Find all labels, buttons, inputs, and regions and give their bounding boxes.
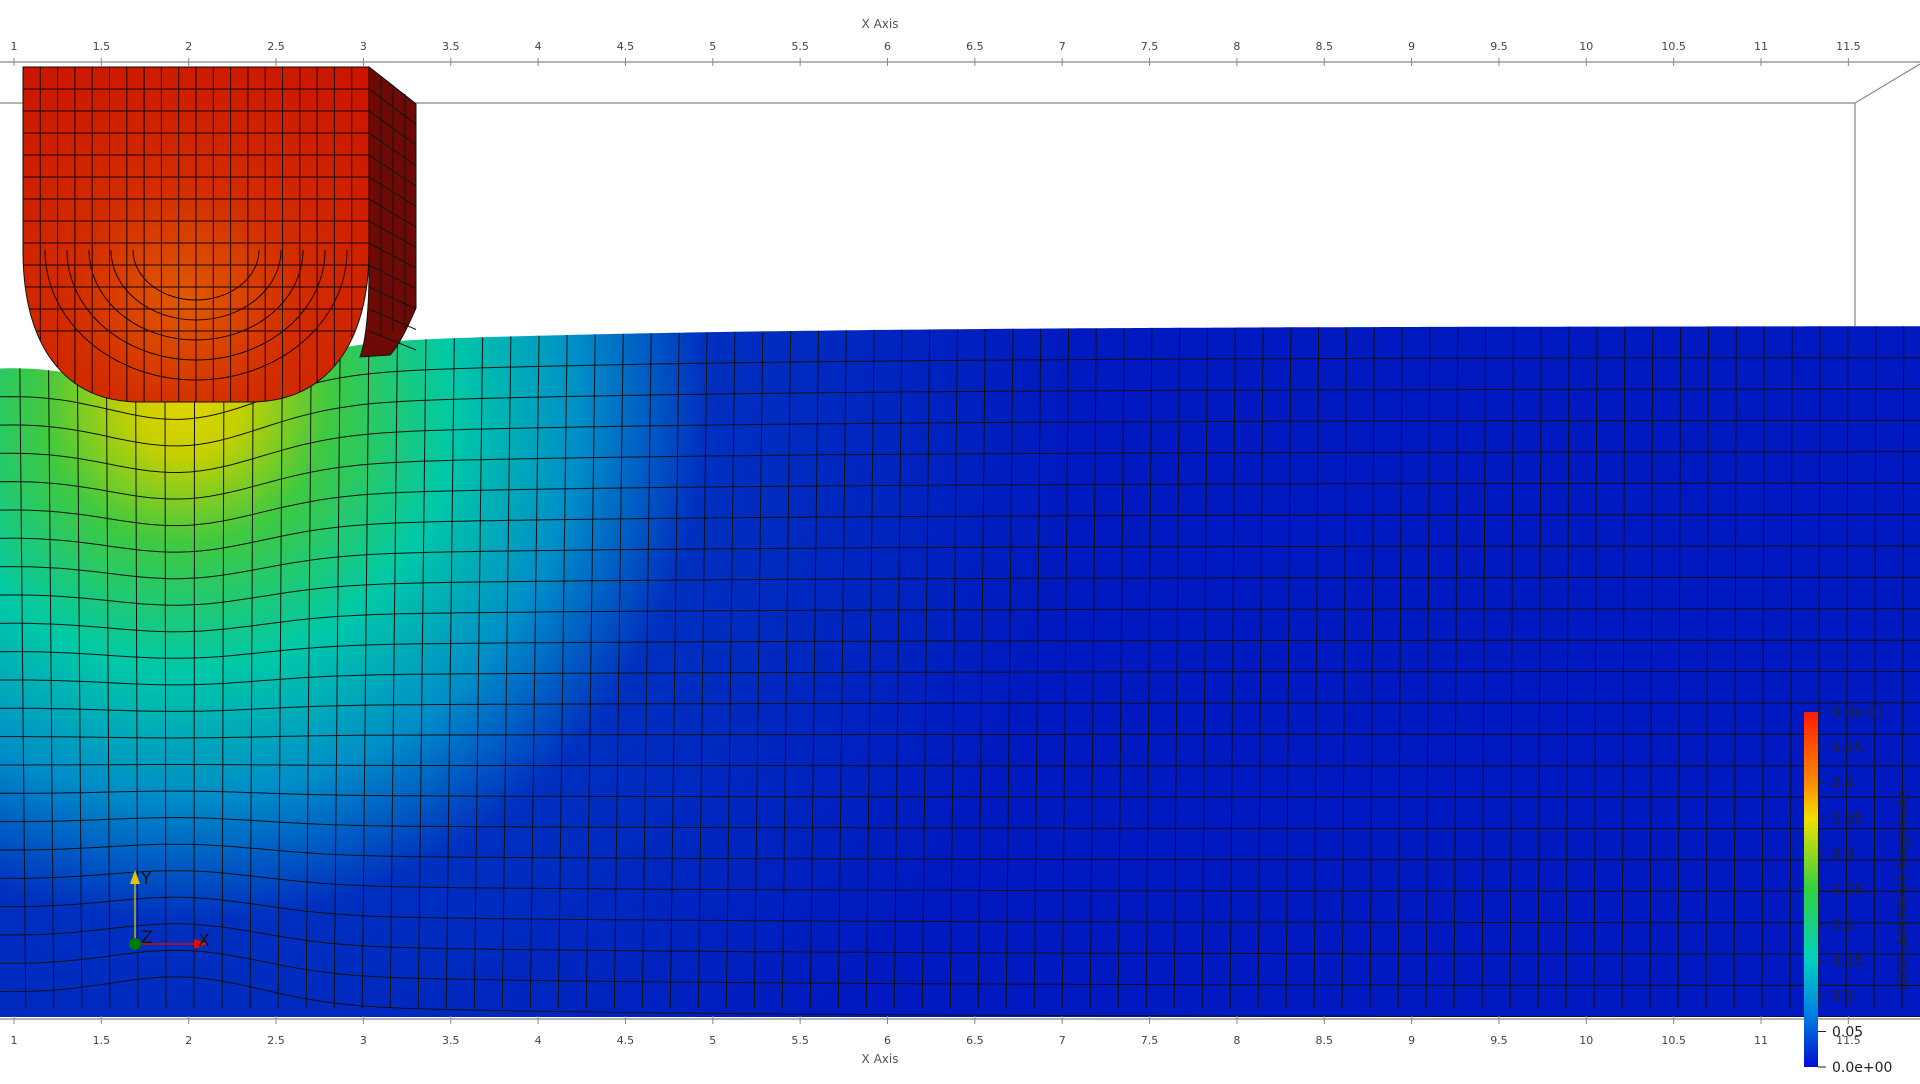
bottom-axis-tick-label: 4.5	[617, 1034, 635, 1047]
top-x-axis: X Axis 1 1.5 2 2.5 3 3.5 4 4.5 5 5.5 6 6.5 7 7.5 8 8.5 9…	[11, 17, 1861, 66]
triad-x-label: X	[198, 931, 210, 951]
colorbar-tick-label: 0.15	[1832, 954, 1863, 970]
colorbar-tick-label: 0.1	[1832, 989, 1854, 1005]
top-axis-tick-label: 7	[1059, 40, 1066, 53]
colorbar-tick-label: 0.2	[1832, 918, 1854, 934]
bottom-axis-tick-label: 4	[535, 1034, 542, 1047]
bottom-axis-tick-label: 2.5	[267, 1034, 285, 1047]
colorbar-title: DISPLACEMENT Magnitude	[1894, 790, 1912, 990]
top-axis-tick-label: 8.5	[1316, 40, 1334, 53]
indenter-mesh-lines	[23, 67, 369, 402]
top-axis-tick-label: 1.5	[93, 40, 111, 53]
top-axis-tick-label: 11.5	[1836, 40, 1861, 53]
colorbar-tick-label: 0.0e+00	[1832, 1060, 1892, 1076]
bottom-axis-tick-label: 6.5	[966, 1034, 984, 1047]
top-axis-tick-label: 1	[11, 40, 18, 53]
fem-scene[interactable]: X Axis 1 1.5 2 2.5 3 3.5 4 4.5 5 5.5 6 6.5 7 7.5 8 8.5 9…	[0, 0, 1920, 1080]
top-axis-tick-label: 5	[709, 40, 716, 53]
bottom-axis-tick-label: 5	[709, 1034, 716, 1047]
bottom-axis-tick-label: 6	[884, 1034, 891, 1047]
top-axis-tick-label: 4	[535, 40, 542, 53]
bottom-axis-tick-label: 3.5	[442, 1034, 460, 1047]
bottom-axis-tick-label: 5.5	[791, 1034, 809, 1047]
colorbar-tick-label: 0.35	[1832, 812, 1863, 828]
bottom-axis-tick-label: 8	[1233, 1034, 1240, 1047]
z-axis-dot-icon	[129, 938, 141, 950]
bottom-axis-tick-label: 1.5	[93, 1034, 111, 1047]
top-axis-tick-label: 6.5	[966, 40, 984, 53]
bottom-axis-tick-label: 7	[1059, 1034, 1066, 1047]
bottom-axis-tick-label: 2	[185, 1034, 192, 1047]
bottom-x-axis: X Axis 1 1.5 2 2.5 3 3.5 4 4.5 5 5.5 6 6.5 7 7.5 8 8.5 9…	[11, 1016, 1861, 1066]
top-axis-tick-label: 11	[1754, 40, 1768, 53]
top-axis-tick-label: 10.5	[1661, 40, 1686, 53]
triad-z-label: Z	[141, 928, 153, 948]
bottom-axis-tick-label: 9.5	[1490, 1034, 1508, 1047]
colorbar-tick-label: 0.4	[1832, 776, 1854, 792]
colorbar-tick-label: 5.0e-01	[1832, 705, 1886, 721]
bottom-axis-tick-label: 10.5	[1661, 1034, 1686, 1047]
bottom-axis-title: X Axis	[862, 1052, 899, 1066]
top-axis-tick-label: 3.5	[442, 40, 460, 53]
top-axis-tick-label: 7.5	[1141, 40, 1159, 53]
top-axis-title: X Axis	[862, 17, 899, 31]
bottom-axis-tick-label: 11	[1754, 1034, 1768, 1047]
top-axis-tick-label: 9.5	[1490, 40, 1508, 53]
top-axis-tick-label: 5.5	[791, 40, 809, 53]
substrate-mesh-column-line	[193, 326, 196, 1008]
top-axis-tick-label: 3	[360, 40, 367, 53]
render-viewport[interactable]: X Axis 1 1.5 2 2.5 3 3.5 4 4.5 5 5.5 6 6.5 7 7.5 8 8.5 9…	[0, 0, 1920, 1080]
top-axis-tick-label: 9	[1408, 40, 1415, 53]
top-axis-tick-label: 6	[884, 40, 891, 53]
top-axis-tick-label: 2	[185, 40, 192, 53]
top-axis-tick-label: 2.5	[267, 40, 285, 53]
colorbar-tick-label: 0.25	[1832, 883, 1863, 899]
bottom-axis-tick-label: 3	[360, 1034, 367, 1047]
colorbar-tick-label: 0.05	[1832, 1025, 1863, 1041]
top-axis-tick-label: 4.5	[617, 40, 635, 53]
top-axis-tick-label: 8	[1233, 40, 1240, 53]
colorbar-gradient	[1804, 712, 1818, 1067]
bottom-axis-tick-label: 9	[1408, 1034, 1415, 1047]
bottom-axis-tick-label: 7.5	[1141, 1034, 1159, 1047]
colorbar-tick-label: 0.45	[1832, 741, 1863, 757]
bottom-axis-tick-label: 10	[1579, 1034, 1593, 1047]
colorbar-tick-label: 0.3	[1832, 847, 1854, 863]
substrate-mesh[interactable]	[0, 300, 1920, 1017]
bottom-axis-tick-label: 8.5	[1316, 1034, 1334, 1047]
top-axis-tick-label: 10	[1579, 40, 1593, 53]
bottom-axis-tick-label: 1	[11, 1034, 18, 1047]
triad-y-label: Y	[140, 869, 152, 889]
